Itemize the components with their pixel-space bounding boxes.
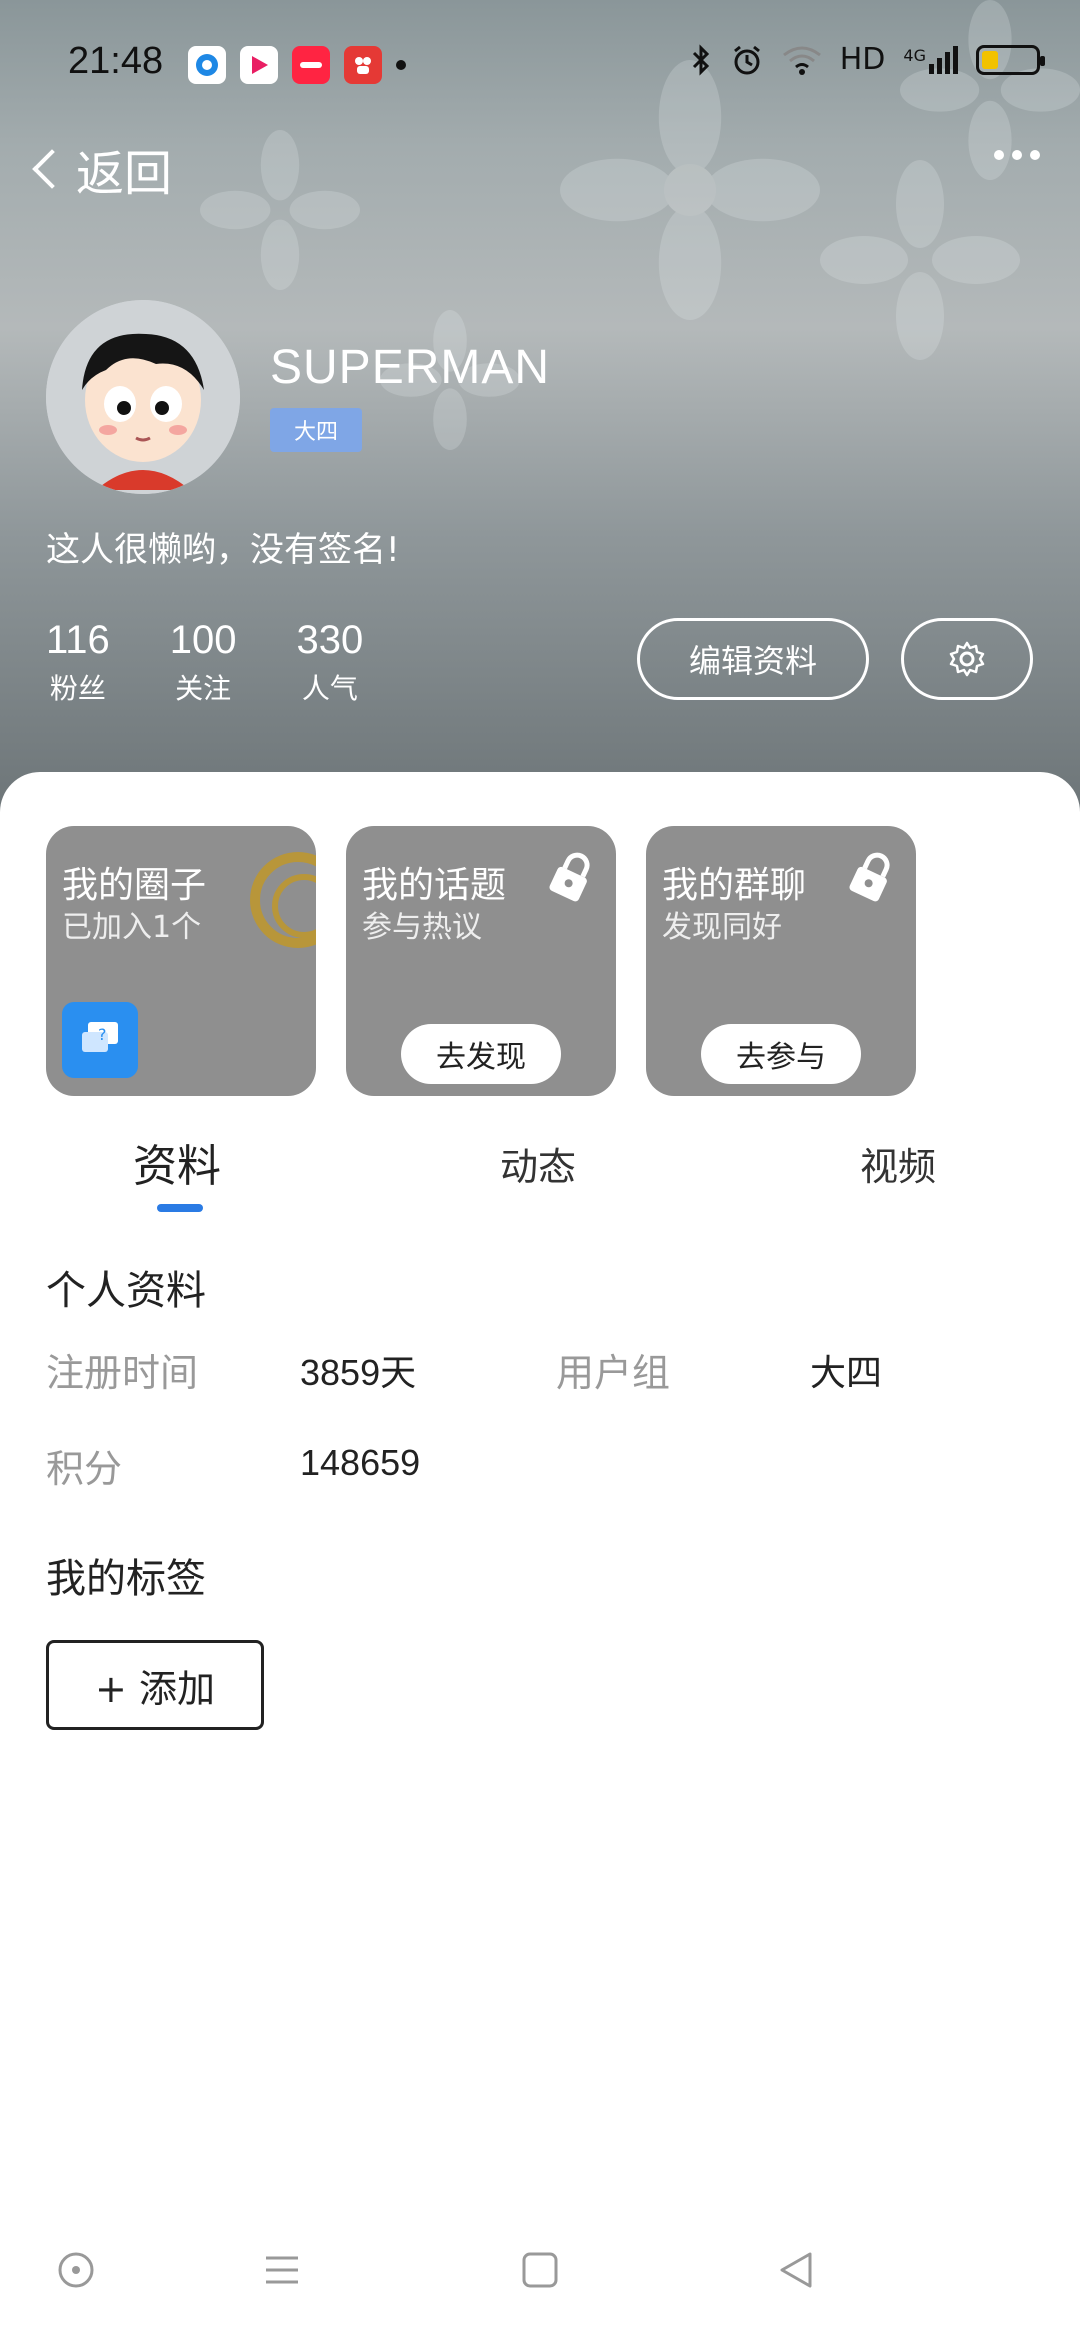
avatar[interactable] <box>46 300 240 494</box>
registration-label: 注册时间 <box>46 1351 199 1395</box>
username: SUPERMAN <box>270 341 551 394</box>
signature-text[interactable]: 这人很懒哟，没有签名! <box>46 522 400 571</box>
stat-value: 100 <box>169 618 237 662</box>
youku-icon <box>240 46 278 84</box>
more-notifications-dot <box>396 60 406 70</box>
join-button[interactable]: 去参与 <box>701 1024 861 1084</box>
chevron-left-icon <box>32 149 72 189</box>
help-chat-icon[interactable]: ? <box>62 1002 138 1078</box>
more-dot-icon <box>1012 150 1022 160</box>
card-subtitle: 发现同好 <box>662 910 782 945</box>
network-type: HD <box>839 42 886 77</box>
card-subtitle: 参与热议 <box>362 910 482 945</box>
my-tags-title: 我的标签 <box>46 1556 206 1602</box>
status-bar: 21:48 HD 4G <box>0 0 1080 130</box>
registration-value: 3859天 <box>300 1352 417 1393</box>
stat-fans[interactable]: 116 粉丝 <box>46 618 110 707</box>
stat-value: 116 <box>46 618 110 662</box>
circle-ring-icon <box>250 852 316 948</box>
card-my-group-chats[interactable]: 我的群聊 发现同好 去参与 <box>646 826 916 1096</box>
svg-text:?: ? <box>98 1025 107 1044</box>
battery-icon <box>976 44 1045 75</box>
lock-icon <box>846 848 898 908</box>
settings-button[interactable] <box>901 618 1033 700</box>
tab-videos[interactable]: 视频 <box>860 1136 936 1191</box>
lock-icon <box>546 848 598 908</box>
stat-label: 粉丝 <box>49 672 106 705</box>
card-my-topics[interactable]: 我的话题 参与热议 去发现 <box>346 826 616 1096</box>
flower-decoration <box>200 130 360 290</box>
alarm-icon <box>733 45 760 74</box>
stat-value: 330 <box>296 618 364 662</box>
points-label: 积分 <box>46 1447 123 1491</box>
stat-popularity[interactable]: 330 人气 <box>297 618 364 707</box>
more-options-button[interactable] <box>994 150 1040 160</box>
stat-label: 人气 <box>301 672 358 705</box>
tab-indicator <box>157 1204 203 1212</box>
points-value: 148659 <box>300 1442 421 1483</box>
personal-info-title: 个人资料 <box>46 1268 206 1314</box>
wifi-icon <box>782 46 821 75</box>
level-badge: 大四 <box>270 408 362 452</box>
status-indicators: HD 4G <box>690 42 1045 77</box>
xiaohongshu-icon <box>292 46 330 84</box>
card-title: 我的话题 <box>362 865 507 906</box>
card-title: 我的群聊 <box>662 865 807 906</box>
user-group-value: 大四 <box>810 1352 883 1393</box>
stat-following[interactable]: 100 关注 <box>170 618 237 707</box>
card-subtitle: 已加入1个 <box>62 910 202 945</box>
status-time: 21:48 <box>68 40 164 82</box>
flower-decoration <box>820 160 1020 360</box>
tab-activity[interactable]: 动态 <box>500 1136 576 1191</box>
tejia-icon <box>344 46 382 84</box>
more-dot-icon <box>1030 150 1040 160</box>
profile-tabs: 资料 动态 视频 <box>0 1130 1080 1210</box>
card-title: 我的圈子 <box>62 865 207 906</box>
feature-cards: 我的圈子 已加入1个 ? 我的话题 参与热议 去发现 我的群聊 发现同好 去参与 <box>46 826 916 1096</box>
cellular-signal-icon: 4G <box>903 45 958 74</box>
assistant-icon[interactable] <box>56 2250 96 2290</box>
more-dot-icon <box>994 150 1004 160</box>
back-triangle-icon[interactable] <box>776 2250 816 2290</box>
gear-icon <box>949 641 985 677</box>
network-generation: 4G <box>903 45 926 65</box>
edit-profile-button[interactable]: 编辑资料 <box>637 618 869 700</box>
profile-stats: 116 粉丝 100 关注 330 人气 <box>46 618 363 707</box>
tab-profile[interactable]: 资料 <box>133 1130 221 1194</box>
cartoon-avatar-icon <box>46 300 240 494</box>
add-tag-button[interactable]: + 添加 <box>46 1640 264 1730</box>
back-label: 返回 <box>76 146 173 202</box>
bluetooth-icon <box>692 43 709 76</box>
home-icon[interactable] <box>520 2250 560 2290</box>
app-notification-icon <box>188 46 226 84</box>
discover-button[interactable]: 去发现 <box>401 1024 561 1084</box>
stat-label: 关注 <box>175 672 232 705</box>
user-group-label: 用户组 <box>556 1351 671 1395</box>
system-navigation-bar <box>0 2230 1080 2310</box>
card-my-circles[interactable]: 我的圈子 已加入1个 ? <box>46 826 316 1096</box>
status-app-icons <box>188 46 406 84</box>
back-button[interactable]: 返回 <box>28 134 172 204</box>
menu-icon[interactable] <box>262 2250 302 2290</box>
